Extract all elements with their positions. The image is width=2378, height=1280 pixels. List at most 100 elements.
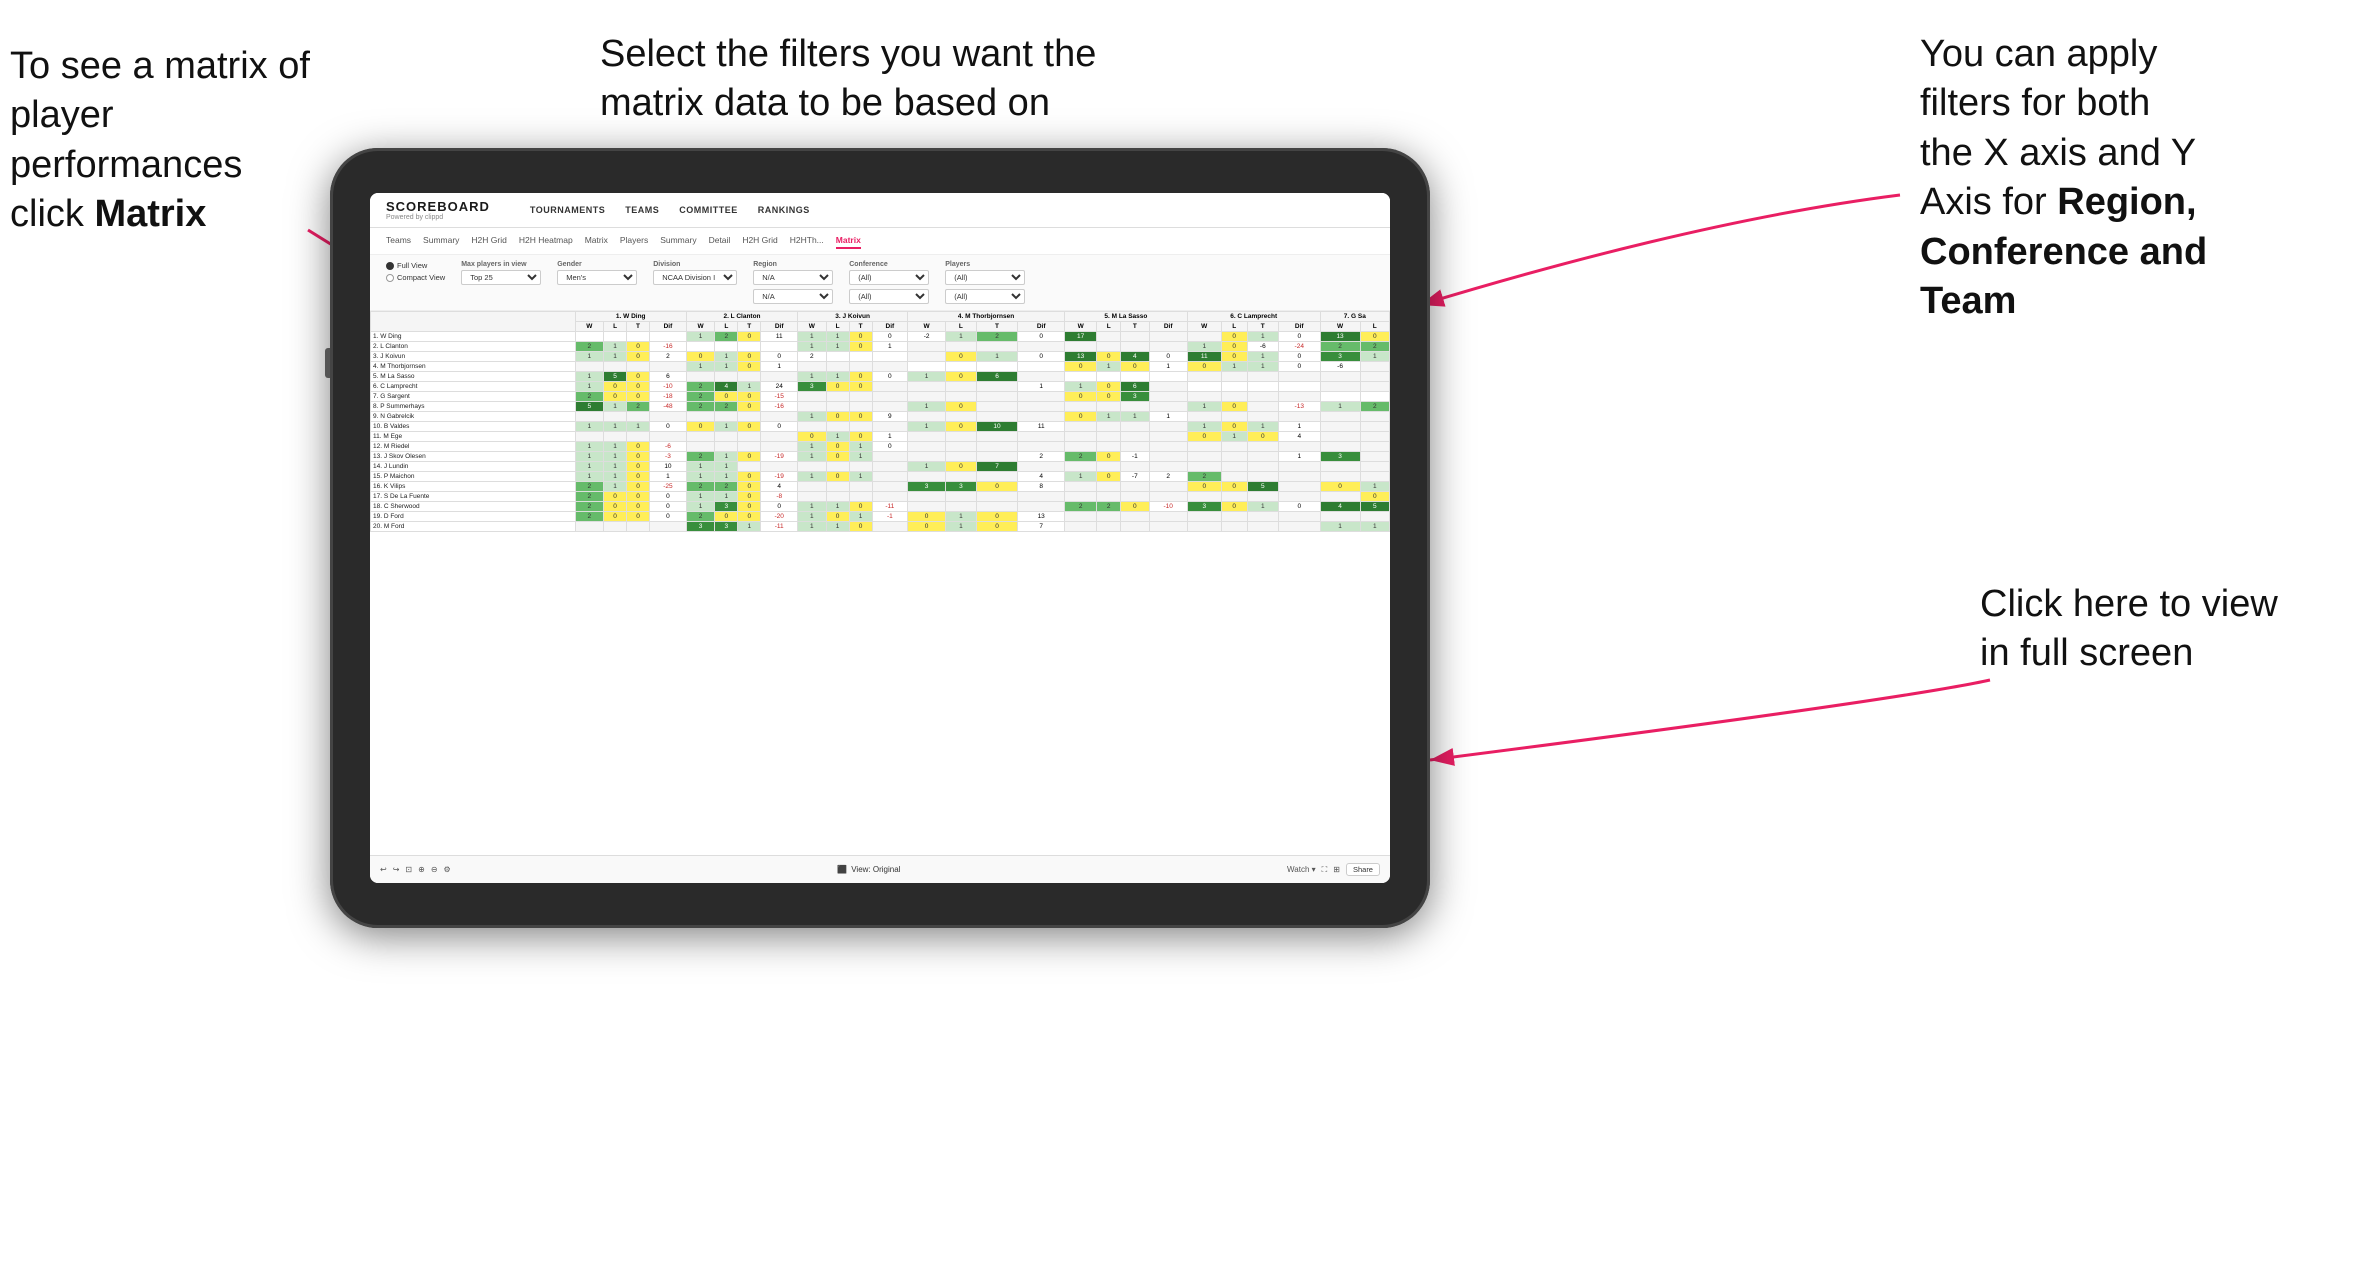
table-row: 9. N Gabrelcik10090111 xyxy=(371,412,1390,422)
toolbar-center: ⬛ View: Original xyxy=(837,865,900,874)
toolbar-right: Watch ▾ ⛶ ⊞ Share xyxy=(1287,863,1380,876)
annotation-top-right: You can apply filters for both the X axi… xyxy=(1920,30,2207,326)
nav-rankings[interactable]: RANKINGS xyxy=(758,205,810,215)
view-label: View: Original xyxy=(851,865,900,874)
col-header-5: 5. M La Sasso xyxy=(1065,312,1188,322)
tab-h2h-heatmap[interactable]: H2H Heatmap xyxy=(519,233,573,249)
region-select2[interactable]: N/A xyxy=(753,289,833,304)
logo-text: SCOREBOARD xyxy=(386,199,490,214)
tab-players[interactable]: Players xyxy=(620,233,648,249)
player-name-cell: 9. N Gabrelcik xyxy=(371,412,576,422)
player-name-cell: 7. G Sargent xyxy=(371,392,576,402)
tab-summary2[interactable]: Summary xyxy=(660,233,696,249)
players-select2[interactable]: (All) xyxy=(945,289,1025,304)
tab-h2h-grid[interactable]: H2H Grid xyxy=(471,233,506,249)
monitor-icon: ⬛ xyxy=(837,865,847,874)
col-header-2: 2. L Clanton xyxy=(686,312,797,322)
matrix-table: 1. W Ding 2. L Clanton 3. J Koivun 4. M … xyxy=(370,311,1390,532)
nav-committee[interactable]: COMMITTEE xyxy=(679,205,738,215)
col-header-7: 7. G Sa xyxy=(1320,312,1389,322)
player-name-cell: 5. M La Sasso xyxy=(371,372,576,382)
annotation-top-left: To see a matrix of player performances c… xyxy=(10,42,310,240)
zoom-in-icon[interactable]: ⊕ xyxy=(418,865,425,874)
logo-area: SCOREBOARD Powered by clippd xyxy=(386,199,490,221)
max-players-select[interactable]: Top 25 xyxy=(461,270,541,285)
division-filter: Division NCAA Division I xyxy=(653,261,737,285)
zoom-reset-icon[interactable]: ⊡ xyxy=(405,865,412,874)
app-header: SCOREBOARD Powered by clippd TOURNAMENTS… xyxy=(370,193,1390,228)
table-row: 10. B Valdes111001001010111011 xyxy=(371,422,1390,432)
players-select[interactable]: (All) xyxy=(945,270,1025,285)
player-name-cell: 18. C Sherwood xyxy=(371,502,576,512)
player-name-cell: 19. D Ford xyxy=(371,512,576,522)
tablet-screen: SCOREBOARD Powered by clippd TOURNAMENTS… xyxy=(370,193,1390,883)
table-row: 14. J Lundin1101011107 xyxy=(371,462,1390,472)
table-row: 16. K Vilips210-252204330800501 xyxy=(371,482,1390,492)
col-header-1: 1. W Ding xyxy=(575,312,686,322)
redo-icon[interactable]: ↪ xyxy=(393,865,400,874)
table-row: 19. D Ford2000200-20101-101013 xyxy=(371,512,1390,522)
player-name-cell: 11. M Ege xyxy=(371,432,576,442)
table-row: 12. M Riedel110-61010 xyxy=(371,442,1390,452)
tab-detail[interactable]: Detail xyxy=(709,233,731,249)
compact-view-option[interactable]: Compact View xyxy=(386,273,445,282)
tab-h2h-grid2[interactable]: H2H Grid xyxy=(742,233,777,249)
player-name-cell: 1. W Ding xyxy=(371,332,576,342)
player-name-cell: 4. M Thorbjornsen xyxy=(371,362,576,372)
matrix-container[interactable]: 1. W Ding 2. L Clanton 3. J Koivun 4. M … xyxy=(370,311,1390,532)
nav-tournaments[interactable]: TOURNAMENTS xyxy=(530,205,605,215)
max-players-filter: Max players in view Top 25 xyxy=(461,261,541,285)
player-name-cell: 13. J Skov Olesen xyxy=(371,452,576,462)
share-button[interactable]: Share xyxy=(1346,863,1380,876)
tab-matrix-active[interactable]: Matrix xyxy=(836,233,861,249)
division-select[interactable]: NCAA Division I xyxy=(653,270,737,285)
player-name-cell: 15. P Maichon xyxy=(371,472,576,482)
tab-teams[interactable]: Teams xyxy=(386,233,411,249)
players-filter: Players (All) (All) xyxy=(945,261,1025,304)
conference-select[interactable]: (All) xyxy=(849,270,929,285)
filter-bar: Full View Compact View Max players in vi… xyxy=(370,255,1390,311)
full-view-option[interactable]: Full View xyxy=(386,261,445,270)
gender-select[interactable]: Men's xyxy=(557,270,637,285)
table-row: 18. C Sherwood20001300110-11220-10301045 xyxy=(371,502,1390,512)
watch-label[interactable]: Watch ▾ xyxy=(1287,865,1316,874)
player-name-cell: 6. C Lamprecht xyxy=(371,382,576,392)
gender-filter: Gender Men's xyxy=(557,261,637,285)
tab-matrix[interactable]: Matrix xyxy=(585,233,608,249)
fullscreen-icon[interactable]: ⛶ xyxy=(1322,865,1328,875)
undo-icon[interactable]: ↩ xyxy=(380,865,387,874)
conference-select2[interactable]: (All) xyxy=(849,289,929,304)
tab-summary[interactable]: Summary xyxy=(423,233,459,249)
logo-sub: Powered by clippd xyxy=(386,214,490,221)
settings-icon[interactable]: ⚙ xyxy=(444,865,451,874)
player-col-header xyxy=(371,312,576,332)
annotation-top-center: Select the filters you want the matrix d… xyxy=(600,30,1096,129)
nav-teams[interactable]: TEAMS xyxy=(625,205,659,215)
player-name-cell: 17. S De La Fuente xyxy=(371,492,576,502)
region-select[interactable]: N/A xyxy=(753,270,833,285)
table-row: 1. W Ding120111100-212017010130 xyxy=(371,332,1390,342)
table-row: 20. M Ford331-11110010711 xyxy=(371,522,1390,532)
grid-icon[interactable]: ⊞ xyxy=(1333,865,1340,874)
col-header-4: 4. M Thorbjornsen xyxy=(908,312,1065,322)
table-row: 2. L Clanton210-16110110-6-2422 xyxy=(371,342,1390,352)
player-name-cell: 10. B Valdes xyxy=(371,422,576,432)
full-view-radio[interactable] xyxy=(386,262,394,270)
table-row: 17. S De La Fuente2000110-80 xyxy=(371,492,1390,502)
tab-h2hth[interactable]: H2HTh... xyxy=(790,233,824,249)
table-row: 3. J Koivun110201002010130401101031 xyxy=(371,352,1390,362)
table-row: 13. J Skov Olesen110-3210-19101220-113 xyxy=(371,452,1390,462)
table-row: 15. P Maichon1101110-19101410-722 xyxy=(371,472,1390,482)
main-nav: TOURNAMENTS TEAMS COMMITTEE RANKINGS xyxy=(530,205,810,215)
table-row: 6. C Lamprecht100-10241243001106 xyxy=(371,382,1390,392)
table-row: 5. M La Sasso15061100106 xyxy=(371,372,1390,382)
player-name-cell: 12. M Riedel xyxy=(371,442,576,452)
compact-view-radio[interactable] xyxy=(386,274,394,282)
table-row: 7. G Sargent200-18200-15003 xyxy=(371,392,1390,402)
player-name-cell: 20. M Ford xyxy=(371,522,576,532)
col-header-3: 3. J Koivun xyxy=(798,312,908,322)
table-row: 4. M Thorbjornsen110101010110-6 xyxy=(371,362,1390,372)
zoom-out-icon[interactable]: ⊖ xyxy=(431,865,438,874)
player-name-cell: 3. J Koivun xyxy=(371,352,576,362)
player-name-cell: 2. L Clanton xyxy=(371,342,576,352)
